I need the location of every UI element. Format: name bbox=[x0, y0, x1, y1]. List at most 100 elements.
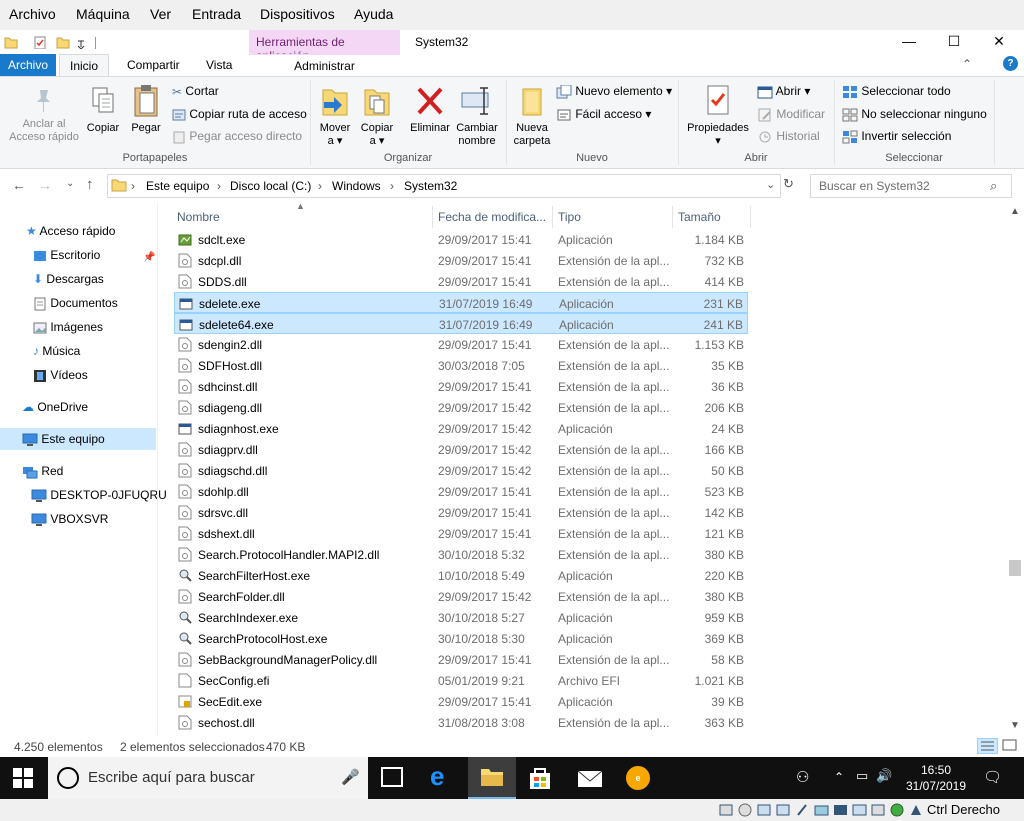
column-separator[interactable] bbox=[672, 206, 673, 228]
maximize-button[interactable]: ☐ bbox=[931, 30, 977, 54]
task-view-icon[interactable] bbox=[381, 767, 403, 787]
file-row[interactable]: sdiagnhost.exe 29/09/2017 15:42 Aplicación… bbox=[174, 418, 748, 439]
tab-archivo[interactable]: Archivo bbox=[0, 54, 56, 76]
address-dropdown-icon[interactable]: ⌄ bbox=[766, 178, 775, 191]
close-button[interactable]: ✕ bbox=[976, 30, 1022, 54]
cambiar-nombre-button[interactable]: Cambiar nombre bbox=[454, 84, 500, 148]
file-row[interactable]: sdelete.exe 31/07/2019 16:49 Aplicación 231… bbox=[174, 292, 748, 313]
file-row[interactable]: SearchFolder.dll 29/09/2017 15:42 Extensió… bbox=[174, 586, 748, 607]
people-icon[interactable]: ⚇ bbox=[796, 768, 809, 786]
app-icon[interactable]: e bbox=[626, 766, 650, 790]
volume-icon[interactable]: 🔊 bbox=[876, 768, 892, 784]
up-icon[interactable]: ↑ bbox=[86, 176, 94, 193]
file-row[interactable]: SDFHost.dll 30/03/2018 7:05 Extensión de l… bbox=[174, 355, 748, 376]
collapse-ribbon-icon[interactable]: ⌃ bbox=[962, 57, 972, 71]
file-row[interactable]: sdshext.dll 29/09/2017 15:41 Extensión de … bbox=[174, 523, 748, 544]
microphone-icon[interactable]: 🎤 bbox=[341, 768, 360, 786]
nav-red[interactable]: Red bbox=[22, 460, 63, 482]
vbox-menu-entrada[interactable]: Entrada bbox=[192, 6, 241, 22]
no-seleccionar-button[interactable]: No seleccionar ninguno bbox=[842, 107, 987, 122]
pegar-acceso-button[interactable]: Pegar acceso directo bbox=[172, 129, 302, 144]
tab-inicio[interactable]: Inicio bbox=[59, 54, 109, 76]
scroll-down-icon[interactable]: ▼ bbox=[1010, 720, 1020, 731]
copiar-ruta-button[interactable]: Copiar ruta de acceso bbox=[172, 107, 307, 121]
file-row[interactable]: SebBackgroundManagerPolicy.dll 29/09/2017… bbox=[174, 649, 748, 670]
file-row[interactable]: SecConfig.efi 05/01/2019 9:21 Archivo EFI 1… bbox=[174, 670, 748, 691]
vbox-menu-maquina[interactable]: Máquina bbox=[76, 6, 130, 22]
column-header-size[interactable]: Tamaño bbox=[678, 210, 721, 224]
file-row[interactable]: sdohlp.dll 29/09/2017 15:41 Extensión de l… bbox=[174, 481, 748, 502]
file-row[interactable]: Search.ProtocolHandler.MAPI2.dll 30/10/20… bbox=[174, 544, 748, 565]
nav-vboxsvr[interactable]: VBOXSVR bbox=[31, 508, 108, 530]
store-icon[interactable] bbox=[528, 766, 552, 793]
column-header-name[interactable]: Nombre bbox=[177, 210, 220, 224]
breadcrumb-disco-local[interactable]: Disco local (C:) bbox=[230, 179, 311, 193]
vbox-menu-dispositivos[interactable]: Dispositivos bbox=[260, 6, 335, 22]
column-header-date[interactable]: Fecha de modifica... bbox=[438, 210, 546, 224]
search-input[interactable]: Buscar en System32 bbox=[810, 174, 1012, 198]
large-icons-view-icon[interactable] bbox=[1000, 738, 1021, 754]
vertical-scrollbar[interactable] bbox=[1007, 203, 1024, 735]
nav-este-equipo[interactable]: Este equipo bbox=[0, 428, 156, 450]
breadcrumb-este-equipo[interactable]: Este equipo bbox=[146, 179, 209, 193]
file-row[interactable]: sdiageng.dll 29/09/2017 15:42 Extensión de… bbox=[174, 397, 748, 418]
file-row[interactable]: SearchProtocolHost.exe 30/10/2018 5:30 Apl… bbox=[174, 628, 748, 649]
pegar-button[interactable]: Pegar bbox=[127, 84, 165, 135]
forward-icon[interactable]: → bbox=[38, 177, 52, 193]
nav-videos[interactable]: Vídeos bbox=[33, 364, 88, 386]
copiar-button[interactable]: Copiar bbox=[84, 86, 122, 135]
invertir-seleccion-button[interactable]: Invertir selección bbox=[842, 129, 951, 144]
edge-icon[interactable]: e bbox=[430, 761, 444, 792]
nav-musica[interactable]: ♪ Música bbox=[33, 340, 80, 362]
mover-a-button[interactable]: Mover a ▾ bbox=[316, 84, 354, 148]
copiar-a-button[interactable]: Copiar a ▾ bbox=[358, 84, 396, 148]
details-view-icon[interactable] bbox=[977, 738, 998, 754]
cortar-button[interactable]: ✂ Cortar bbox=[172, 84, 219, 99]
tab-vista[interactable]: Vista bbox=[198, 54, 240, 76]
nuevo-elemento-button[interactable]: Nuevo elemento ▾ bbox=[556, 84, 672, 99]
mail-icon[interactable] bbox=[577, 767, 603, 792]
file-row[interactable]: sechost.dll 31/08/2018 3:08 Extensión de l… bbox=[174, 712, 748, 733]
nav-desktop-pc[interactable]: DESKTOP-0JFUQRU bbox=[31, 484, 167, 506]
taskbar-clock[interactable]: 16:50 31/07/2019 bbox=[893, 762, 979, 794]
vbox-menu-ver[interactable]: Ver bbox=[150, 6, 171, 22]
nav-acceso-rapido[interactable]: ★ Acceso rápido bbox=[26, 220, 115, 242]
modificar-button[interactable]: Modificar bbox=[757, 107, 825, 122]
file-row[interactable]: SearchFilterHost.exe 10/10/2018 5:49 Aplic… bbox=[174, 565, 748, 586]
file-row[interactable]: sdiagschd.dll 29/09/2017 15:42 Extensión d… bbox=[174, 460, 748, 481]
vbox-menu-ayuda[interactable]: Ayuda bbox=[354, 6, 393, 22]
breadcrumb-windows[interactable]: Windows bbox=[332, 179, 381, 193]
anclar-button[interactable]: Anclar al Acceso rápido bbox=[6, 86, 82, 144]
tab-administrar[interactable]: Administrar bbox=[249, 54, 400, 76]
column-separator[interactable] bbox=[750, 206, 751, 228]
propiedades-button[interactable]: Propiedades ▾ bbox=[684, 84, 752, 148]
facil-acceso-button[interactable]: Fácil acceso ▾ bbox=[556, 107, 651, 122]
historial-button[interactable]: Historial bbox=[757, 129, 820, 144]
refresh-icon[interactable]: ↻ bbox=[783, 176, 794, 192]
notifications-icon[interactable]: 🗨 bbox=[983, 768, 1002, 786]
file-row[interactable]: SecEdit.exe 29/09/2017 15:41 Aplicación 39 … bbox=[174, 691, 748, 712]
taskbar-search-input[interactable]: Escribe aquí para buscar bbox=[88, 769, 255, 786]
file-row[interactable]: SDDS.dll 29/09/2017 15:41 Extensión de la … bbox=[174, 271, 748, 292]
file-row[interactable]: SearchIndexer.exe 30/10/2018 5:27 Aplicaci… bbox=[174, 607, 748, 628]
file-row[interactable]: sdclt.exe 29/09/2017 15:41 Aplicación 1.184… bbox=[174, 229, 748, 250]
scroll-up-icon[interactable]: ▲ bbox=[1010, 206, 1020, 217]
file-row[interactable]: sdelete64.exe 31/07/2019 16:49 Aplicación 2… bbox=[174, 313, 748, 334]
show-hidden-icons-icon[interactable]: ⌃ bbox=[834, 770, 844, 784]
abrir-button[interactable]: Abrir ▾ bbox=[757, 84, 810, 99]
nav-descargas[interactable]: ⬇ Descargas bbox=[33, 268, 104, 290]
nav-documentos[interactable]: Documentos bbox=[33, 292, 118, 314]
start-button[interactable] bbox=[12, 767, 34, 792]
seleccionar-todo-button[interactable]: Seleccionar todo bbox=[842, 84, 951, 99]
tab-compartir[interactable]: Compartir bbox=[119, 54, 188, 76]
column-header-type[interactable]: Tipo bbox=[558, 210, 581, 224]
vbox-menu-archivo[interactable]: Archivo bbox=[9, 6, 56, 22]
breadcrumb-system32[interactable]: System32 bbox=[404, 179, 457, 193]
file-row[interactable]: sdengin2.dll 29/09/2017 15:41 Extensión de… bbox=[174, 334, 748, 355]
scrollbar-thumb[interactable] bbox=[1009, 560, 1021, 576]
minimize-button[interactable]: — bbox=[886, 30, 932, 54]
nueva-carpeta-button[interactable]: Nueva carpeta bbox=[512, 84, 552, 148]
column-separator[interactable] bbox=[432, 206, 433, 228]
recent-locations-icon[interactable]: ⌄ bbox=[66, 178, 74, 189]
nav-imagenes[interactable]: Imágenes bbox=[33, 316, 103, 338]
